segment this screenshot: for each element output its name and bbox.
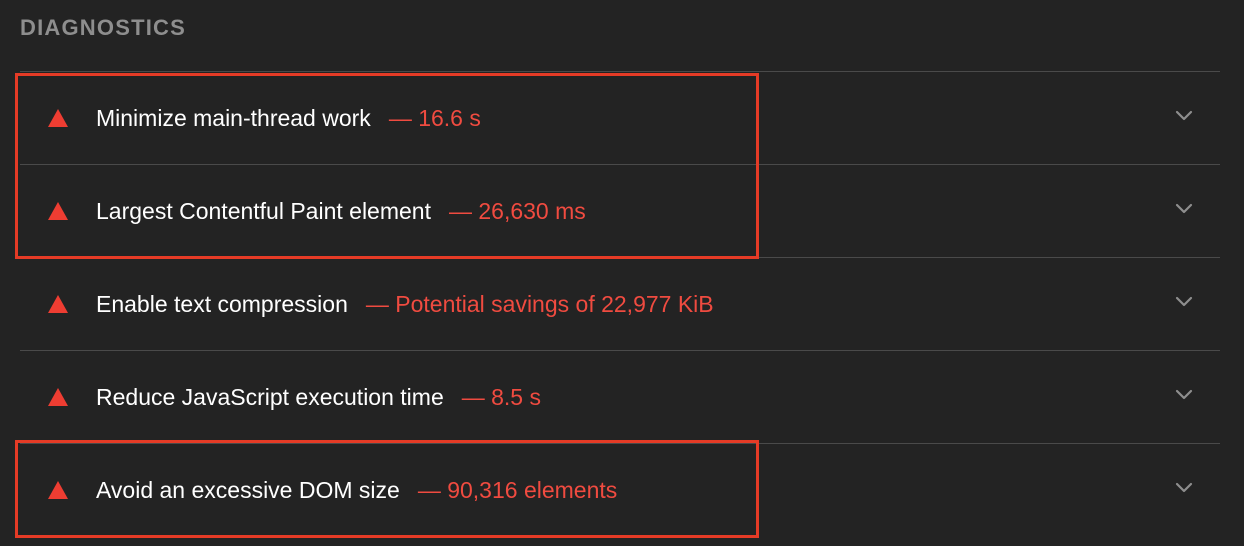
audit-value: — 8.5 s [461,383,541,410]
audit-row-main-thread[interactable]: Minimize main-thread work — 16.6 s [20,72,1220,164]
diagnostics-list: Minimize main-thread work — 16.6 s Large… [20,71,1220,536]
chevron-down-icon[interactable] [1175,296,1193,308]
audit-row-dom-size[interactable]: Avoid an excessive DOM size — 90,316 ele… [20,444,1220,536]
audit-title: Reduce JavaScript execution time [96,383,444,410]
audit-value: — 90,316 elements [417,476,618,503]
audit-value: — 26,630 ms [448,197,586,224]
audit-title: Enable text compression [96,290,348,317]
audit-row-lcp-element[interactable]: Largest Contentful Paint element — 26,63… [20,165,1220,257]
section-title: DIAGNOSTICS [20,15,186,40]
audit-value: — 16.6 s [388,104,481,131]
warning-triangle-icon [48,109,68,127]
warning-triangle-icon [48,202,68,220]
chevron-down-icon[interactable] [1175,110,1193,122]
audit-title: Minimize main-thread work [96,104,371,131]
audit-title: Largest Contentful Paint element [96,197,431,224]
chevron-down-icon[interactable] [1175,389,1193,401]
audit-title: Avoid an excessive DOM size [96,476,400,503]
audit-row-js-execution[interactable]: Reduce JavaScript execution time — 8.5 s [20,351,1220,443]
chevron-down-icon[interactable] [1175,482,1193,494]
warning-triangle-icon [48,295,68,313]
audit-value: — Potential savings of 22,977 KiB [365,290,714,317]
audit-row-text-compression[interactable]: Enable text compression — Potential savi… [20,258,1220,350]
chevron-down-icon[interactable] [1175,203,1193,215]
warning-triangle-icon [48,388,68,406]
warning-triangle-icon [48,481,68,499]
